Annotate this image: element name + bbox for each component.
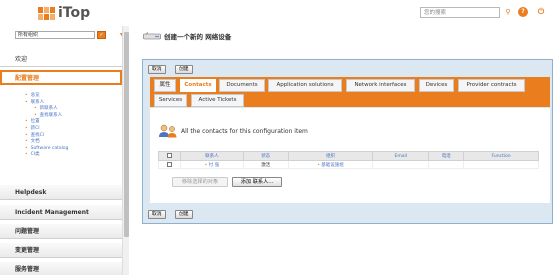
- scrollbar-thumb[interactable]: [124, 32, 129, 237]
- sidebar-item-ci-classes[interactable]: • CI类: [25, 152, 69, 159]
- menu-welcome[interactable]: 欢迎: [0, 52, 122, 67]
- search-input[interactable]: 您的搜索: [420, 7, 500, 18]
- col-email[interactable]: Email: [372, 151, 430, 161]
- help-icon[interactable]: ?: [518, 7, 528, 17]
- col-status[interactable]: 状态: [242, 151, 289, 161]
- remove-selected-button[interactable]: 移除选择的对象: [172, 177, 228, 187]
- org-apply-button[interactable]: ✓: [97, 31, 106, 39]
- menu-incident-management[interactable]: Incident Management: [0, 205, 122, 220]
- tab-contacts[interactable]: Contacts: [180, 79, 216, 92]
- row-checkbox[interactable]: [158, 160, 181, 169]
- tab-devices[interactable]: Devices: [419, 79, 454, 92]
- tab-active-tickets[interactable]: Active Tickets: [191, 94, 244, 107]
- tab-provider-contracts[interactable]: Provider contracts: [458, 79, 525, 92]
- menu-helpdesk[interactable]: Helpdesk: [0, 185, 122, 200]
- col-contact[interactable]: 联系人: [179, 151, 244, 161]
- org-select[interactable]: 所有组织: [15, 31, 95, 39]
- cell-function: [463, 160, 539, 169]
- cell-contact[interactable]: • 付 强: [179, 160, 244, 169]
- cell-email: [372, 160, 430, 169]
- header-bar: iTop 您的搜索 ⚲ ? ⏻: [0, 0, 554, 26]
- col-organization[interactable]: 组织: [287, 151, 374, 161]
- config-submenu: • 总览 • 联系人 • 新联系人 • 查找联系人 • 位置 • 新CI • 查找CI • 文档…: [25, 93, 69, 159]
- app-logo[interactable]: iTop: [38, 5, 91, 21]
- tab-properties[interactable]: 属性: [154, 79, 176, 92]
- page-title-row: 创建一个新的 网络设备: [143, 31, 231, 41]
- table-row: • 付 强 激活 • 基础设施组: [158, 160, 539, 169]
- table-header-row: 联系人 状态 组织 Email 电话 Function: [158, 151, 539, 161]
- cell-status: 激活: [242, 160, 289, 169]
- sidebar-item-overview[interactable]: • 总览: [25, 93, 69, 100]
- select-all-checkbox[interactable]: [158, 151, 181, 161]
- add-contact-button[interactable]: 添加 联系人...: [232, 177, 282, 187]
- menu-problem-management[interactable]: 问题管理: [0, 224, 122, 239]
- cell-organization[interactable]: • 基础设施组: [287, 160, 374, 169]
- col-phone[interactable]: 电话: [428, 151, 465, 161]
- sidebar-scrollbar[interactable]: [122, 26, 129, 275]
- tab-network-interfaces[interactable]: Network interfaces: [346, 79, 415, 92]
- cell-phone: [428, 160, 465, 169]
- tab-documents[interactable]: Documents: [219, 79, 265, 92]
- cancel-button-bottom[interactable]: 取消: [148, 210, 166, 219]
- logo-icon: [38, 7, 56, 20]
- contacts-heading: All the contacts for this configuration …: [181, 128, 308, 135]
- menu-change-management[interactable]: 变更管理: [0, 243, 122, 258]
- search-icon[interactable]: ⚲: [503, 7, 513, 17]
- menu-config-management[interactable]: 配置管理: [0, 70, 122, 85]
- tab-application-solutions[interactable]: Application solutions: [268, 79, 342, 92]
- tab-services[interactable]: Services: [154, 94, 187, 107]
- create-button-top[interactable]: 创建: [175, 65, 193, 74]
- contacts-table: 联系人 状态 组织 Email 电话 Function • 付 强 激活 • 基…: [158, 151, 539, 169]
- logo-text: iTop: [58, 5, 91, 21]
- menu-service-management[interactable]: 服务管理: [0, 262, 122, 275]
- cancel-button-top[interactable]: 取消: [148, 65, 166, 74]
- sidebar-item-location[interactable]: • 位置: [25, 119, 69, 126]
- sidebar-item-new-ci[interactable]: • 新CI: [25, 126, 69, 133]
- create-button-bottom[interactable]: 创建: [175, 210, 193, 219]
- col-function[interactable]: Function: [463, 151, 539, 161]
- contacts-icon: [159, 124, 177, 138]
- sidebar-item-documents[interactable]: • 文档: [25, 139, 69, 146]
- page-title: 创建一个新的 网络设备: [164, 33, 232, 41]
- sidebar-item-new-contact[interactable]: • 新联系人: [34, 106, 69, 113]
- power-icon[interactable]: ⏻: [536, 7, 546, 17]
- network-device-icon: [143, 32, 161, 40]
